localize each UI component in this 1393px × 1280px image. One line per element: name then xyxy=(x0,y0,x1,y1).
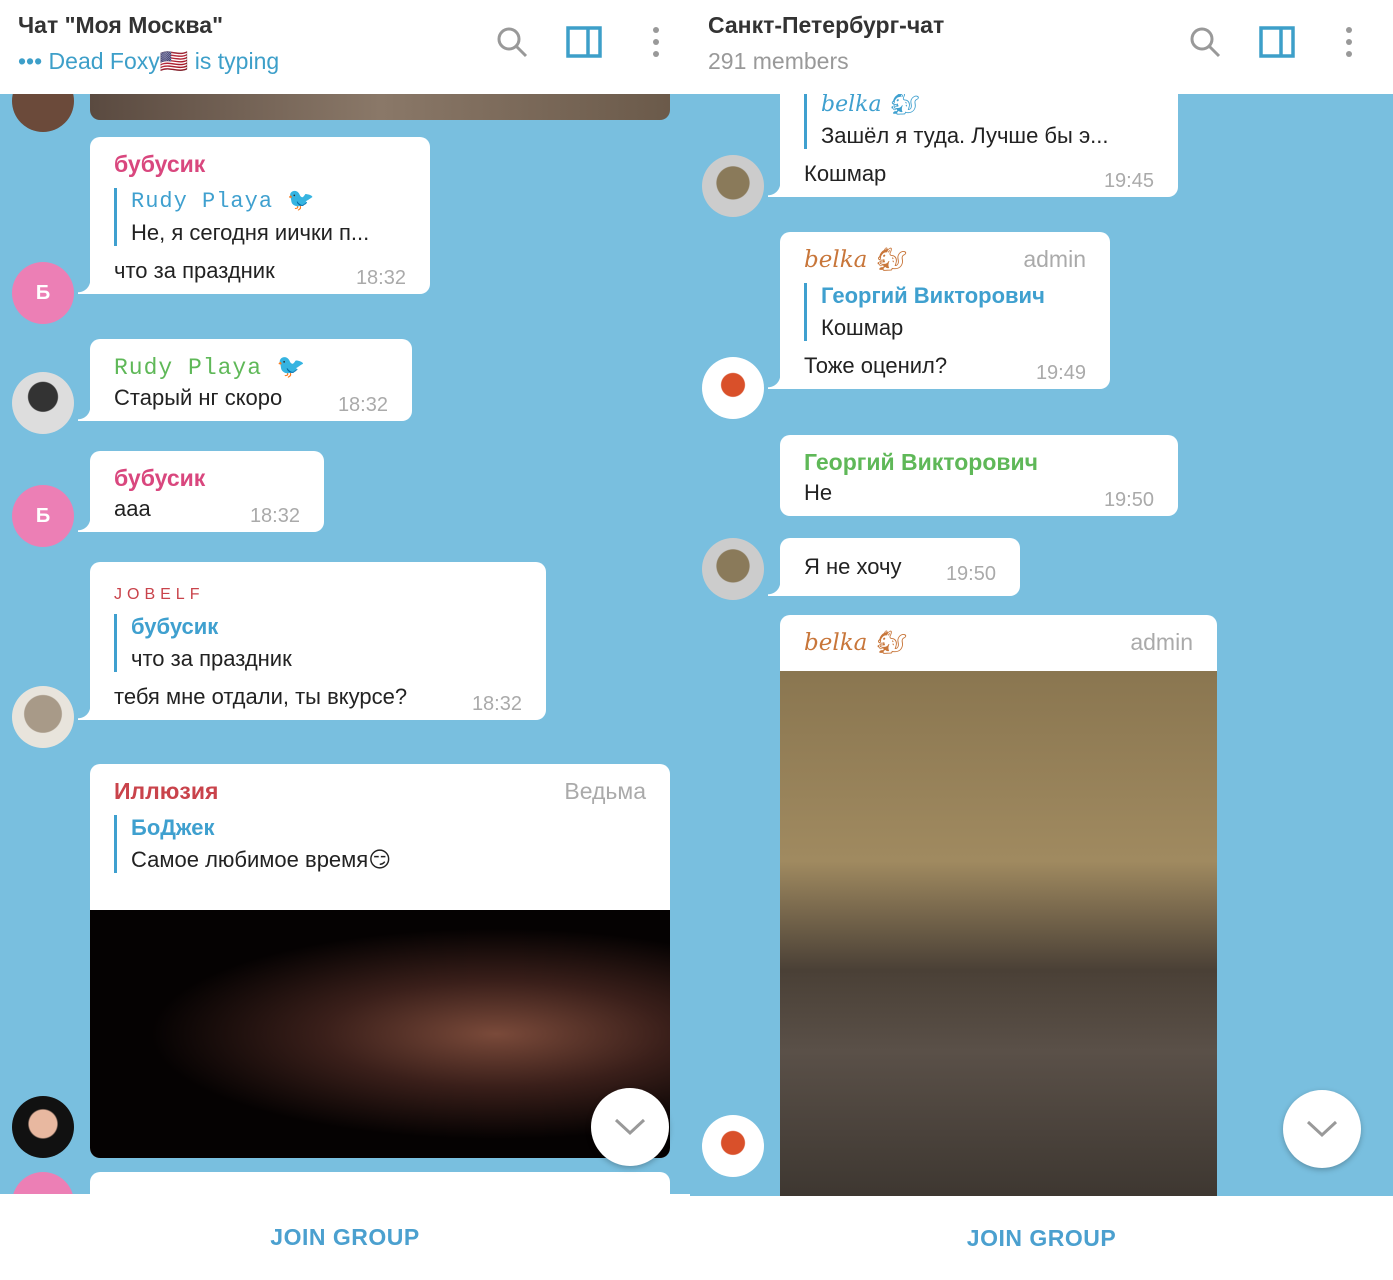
message-text: Кошмар xyxy=(804,161,887,186)
avatar[interactable] xyxy=(12,686,74,748)
chat-pane-spb: Санкт-Петербург-чат 291 members belka 🐿 З… xyxy=(690,0,1393,1280)
message-author[interactable]: бубусик xyxy=(114,151,406,178)
chevron-down-icon xyxy=(614,1118,646,1136)
sidebar-toggle-icon[interactable] xyxy=(566,24,602,60)
message-bubble[interactable]: Rudy Playa 🐦 Старый нг скоро 18:32 xyxy=(78,339,412,421)
reply-author: БоДжек xyxy=(131,815,215,840)
reply-quote[interactable]: бубусик что за праздник xyxy=(114,614,522,672)
chevron-down-icon xyxy=(1306,1120,1338,1138)
message-bubble[interactable]: JOBELF бубусик что за праздник тебя мне о… xyxy=(78,562,546,720)
chat-title[interactable]: Санкт-Петербург-чат xyxy=(708,12,944,39)
avatar[interactable] xyxy=(702,538,764,600)
chat-title[interactable]: Чат "Моя Москва" xyxy=(18,12,223,39)
sidebar-toggle-icon[interactable] xyxy=(1259,24,1295,60)
reply-author: бубусик xyxy=(131,614,219,639)
message-text: ааа xyxy=(114,496,151,521)
join-group-button[interactable]: JOIN GROUP xyxy=(270,1224,419,1251)
search-icon[interactable] xyxy=(1187,24,1223,60)
footer: JOIN GROUP xyxy=(0,1194,690,1280)
reply-quote[interactable]: Rudy Playa 🐦 Не, я сегодня иички п... xyxy=(114,188,406,246)
message-time: 18:32 xyxy=(249,505,300,527)
message-text: Старый нг скоро xyxy=(114,385,283,410)
reply-author: Георгий Викторович xyxy=(821,283,1045,308)
message-text: Тоже оценил? xyxy=(804,353,948,378)
chat-header: Санкт-Петербург-чат 291 members xyxy=(690,0,1393,94)
video-thumbnail[interactable] xyxy=(90,910,670,1158)
message-bubble[interactable]: Георгий Викторович Не 19:50 xyxy=(780,435,1178,516)
message-time: 18:32 xyxy=(471,693,522,715)
message-bubble[interactable]: бубусик Rudy Playa 🐦 Не, я сегодня иички … xyxy=(78,137,430,294)
chat-header: Чат "Моя Москва" ••• Dead Foxy🇺🇸 is typi… xyxy=(0,0,690,94)
message-time: 18:32 xyxy=(355,267,406,289)
author-role: admin xyxy=(1130,629,1193,655)
message-time: 19:45 xyxy=(1103,170,1154,192)
message-author[interactable]: belka 🐿 xyxy=(804,629,904,656)
more-menu-icon[interactable] xyxy=(1331,24,1367,60)
avatar[interactable]: Б xyxy=(12,485,74,547)
author-role: Ведьма xyxy=(564,778,646,804)
typing-status: ••• Dead Foxy🇺🇸 is typing xyxy=(18,48,280,74)
message-time: 19:49 xyxy=(1035,362,1086,384)
avatar[interactable] xyxy=(702,1115,764,1177)
reply-author: belka 🐿 xyxy=(821,92,917,117)
author-role: admin xyxy=(1023,246,1086,272)
scroll-down-button[interactable] xyxy=(1283,1090,1361,1168)
member-count: 291 members xyxy=(708,48,849,74)
footer: JOIN GROUP xyxy=(690,1196,1393,1280)
message-time: 19:50 xyxy=(945,563,996,585)
message-text: тебя мне отдали, ты вкурсе? xyxy=(114,684,408,709)
reply-text: Кошмар xyxy=(821,315,904,340)
search-icon[interactable] xyxy=(494,24,530,60)
message-bubble[interactable]: belka 🐿 admin Георгий Викторович Кошмар То… xyxy=(768,232,1110,389)
message-author[interactable]: Георгий Викторович xyxy=(804,449,1154,476)
message-time: 19:50 xyxy=(1103,489,1154,511)
message-time: 18:32 xyxy=(337,394,388,416)
reply-text: Не, я сегодня иички п... xyxy=(131,220,370,245)
message-bubble[interactable]: бубусик ааа 18:32 xyxy=(78,451,324,532)
message-bubble[interactable]: Я не хочу 19:50 xyxy=(768,538,1020,596)
scroll-down-button[interactable] xyxy=(591,1088,669,1166)
avatar[interactable] xyxy=(702,357,764,419)
reply-quote[interactable]: Георгий Викторович Кошмар xyxy=(804,283,1086,341)
message-author[interactable]: Rudy Playa 🐦 xyxy=(114,353,388,381)
avatar[interactable]: Б xyxy=(12,262,74,324)
reply-quote[interactable]: belka 🐿 Зашёл я туда. Лучше бы э... xyxy=(804,92,1154,149)
reply-text: Зашёл я туда. Лучше бы э... xyxy=(821,123,1109,148)
avatar[interactable] xyxy=(12,1096,74,1158)
message-author[interactable]: Иллюзия xyxy=(114,778,218,805)
avatar[interactable] xyxy=(702,155,764,217)
join-group-button[interactable]: JOIN GROUP xyxy=(967,1225,1116,1252)
reply-text: Самое любимое время😏 xyxy=(131,847,392,872)
message-text: что за праздник xyxy=(114,258,275,283)
message-bubble[interactable]: Иллюзия Ведьма БоДжек Самое любимое время😏 xyxy=(90,764,670,1158)
reply-text: что за праздник xyxy=(131,646,292,671)
message-bubble[interactable]: belka 🐿 admin xyxy=(780,615,1217,1215)
photo-street[interactable] xyxy=(780,671,1217,1215)
reply-author: Rudy Playa 🐦 xyxy=(131,189,316,214)
message-text: Не xyxy=(804,480,833,505)
message-text: Я не хочу xyxy=(804,554,902,579)
more-menu-icon[interactable] xyxy=(638,24,674,60)
message-author[interactable]: бубусик xyxy=(114,465,300,492)
message-author[interactable]: JOBELF xyxy=(114,586,522,604)
reply-quote[interactable]: БоДжек Самое любимое время😏 xyxy=(114,815,646,873)
message-author[interactable]: belka 🐿 xyxy=(804,246,904,273)
chat-pane-moscow: Чат "Моя Москва" ••• Dead Foxy🇺🇸 is typi… xyxy=(0,0,690,1280)
avatar[interactable] xyxy=(12,372,74,434)
